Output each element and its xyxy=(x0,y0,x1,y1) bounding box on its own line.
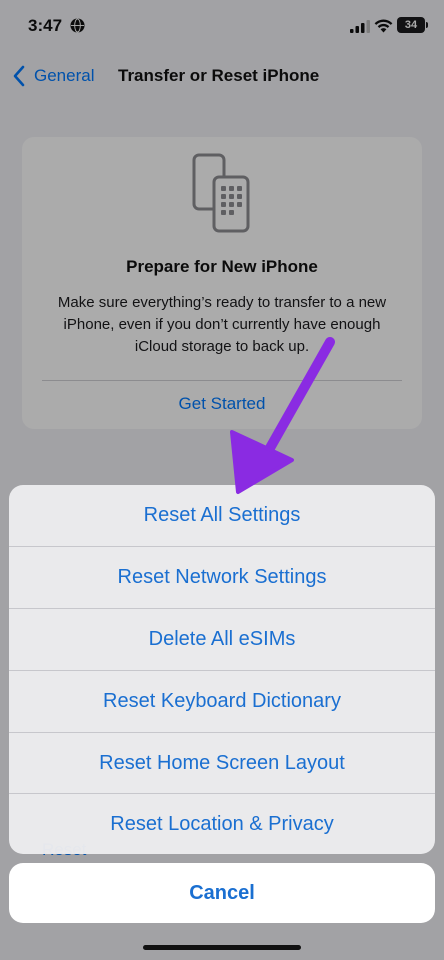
home-indicator xyxy=(143,945,301,950)
delete-all-esims-button[interactable]: Delete All eSIMs xyxy=(9,609,435,670)
reset-all-settings-button[interactable]: Reset All Settings xyxy=(9,485,435,546)
action-sheet: Reset All Settings Reset Network Setting… xyxy=(9,485,435,854)
reset-home-screen-layout-button[interactable]: Reset Home Screen Layout xyxy=(9,733,435,794)
cancel-button[interactable]: Cancel xyxy=(9,863,435,923)
reset-network-settings-button[interactable]: Reset Network Settings xyxy=(9,547,435,608)
reset-keyboard-dictionary-button[interactable]: Reset Keyboard Dictionary xyxy=(9,671,435,732)
reset-location-privacy-button[interactable]: Reset Location & Privacy xyxy=(9,794,435,854)
